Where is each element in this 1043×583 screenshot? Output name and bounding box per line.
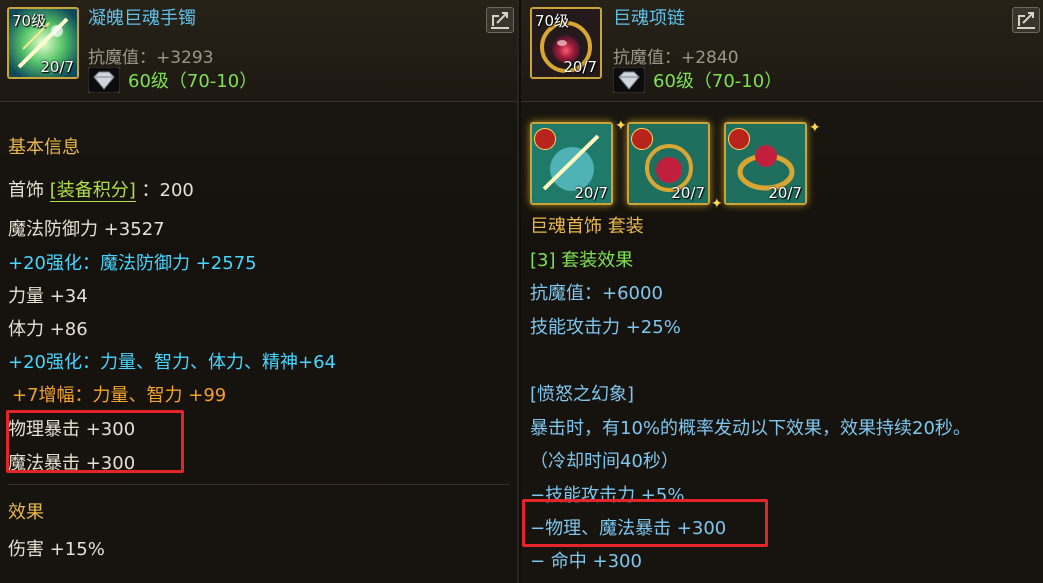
item-grade-row: 60级（70-10） <box>613 67 782 93</box>
fury-hit: − 命中 +300 <box>530 551 642 572</box>
section-effect: 效果 <box>8 502 44 523</box>
section-basic-info: 基本信息 <box>8 137 80 158</box>
item-level: 70级 <box>535 12 570 30</box>
strength-stat: 力量 +34 <box>8 286 88 307</box>
reinforce-stats: +20强化：力量、智力、体力、精神+64 <box>8 352 336 373</box>
item-name: 凝魄巨魂手镯 <box>88 8 196 29</box>
sparkle-icon: ✦ <box>615 118 627 134</box>
magic-defense: 魔法防御力 +3527 <box>8 219 165 240</box>
vitality-stat: 体力 +86 <box>8 319 88 340</box>
item-grade-row: 60级（70-10） <box>88 67 257 93</box>
set-necklace-icon[interactable]: 20/7 <box>627 122 710 205</box>
amplify-stats: +7增幅：力量、智力 +99 <box>12 385 227 406</box>
item-count: 20/7 <box>563 58 597 76</box>
sparkle-icon: ✦ <box>711 196 723 212</box>
share-icon <box>491 12 509 29</box>
highlight-box <box>522 499 768 547</box>
set-stat-skill-attack: 技能攻击力 +25% <box>530 317 681 338</box>
set-item-count: 20/7 <box>574 184 608 202</box>
item-header: 70级 20/7 凝魄巨魂手镯 抗魔值：+3293 60级（70-10） <box>0 0 517 102</box>
set-badge <box>631 128 653 150</box>
item-name: 巨魂项链 <box>613 8 685 29</box>
bracelet-icon: 70级 20/7 <box>7 7 79 79</box>
set-name: 巨魂首饰 套装 <box>530 216 644 237</box>
set-badge <box>728 128 750 150</box>
necklace-icon: 70级 20/7 <box>530 7 602 79</box>
effect-damage: 伤害 +15% <box>8 539 105 560</box>
share-button[interactable] <box>1012 7 1040 33</box>
equipment-score-link[interactable]: [装备积分] <box>49 180 136 202</box>
set-bracelet-icon[interactable]: 20/7 <box>530 122 613 205</box>
diamond-icon <box>613 67 645 93</box>
set-ring-icon[interactable]: 20/7 <box>724 122 807 205</box>
score-line: 首饰 [装备积分] ：200 <box>8 176 194 202</box>
item-level: 70级 <box>12 12 47 30</box>
set-item-count: 20/7 <box>768 184 802 202</box>
set-stat-magic-resist: 抗魔值：+6000 <box>530 283 663 304</box>
sparkle-icon: ✦ <box>809 120 821 136</box>
fury-description: 暴击时，有10%的概率发动以下效果，效果持续20秒。 <box>530 418 971 439</box>
item-grade: 60级（70-10） <box>128 71 258 92</box>
share-button[interactable] <box>486 7 514 33</box>
item-stat: 抗魔值：+3293 <box>88 48 214 68</box>
slot-label: 首饰 <box>8 180 44 201</box>
item-stat: 抗魔值：+2840 <box>613 48 739 68</box>
set-badge <box>534 128 556 150</box>
score-value: ：200 <box>141 180 194 201</box>
divider <box>8 484 509 485</box>
fury-title: [愤怒之幻象] <box>530 384 635 405</box>
left-item-tooltip: 70级 20/7 凝魄巨魂手镯 抗魔值：+3293 60级（70-10） 基本信… <box>0 0 519 583</box>
reinforce-magic-defense: +20强化：魔法防御力 +2575 <box>8 253 257 274</box>
item-count: 20/7 <box>40 58 74 76</box>
share-icon <box>1017 12 1035 29</box>
fury-cooldown: （冷却时间40秒） <box>530 451 679 472</box>
set-effect-title: [3] 套装效果 <box>530 250 634 271</box>
right-item-tooltip: 70级 20/7 巨魂项链 抗魔值：+2840 60级（70-10） 20/7 … <box>521 0 1043 583</box>
diamond-icon <box>88 67 120 93</box>
highlight-box <box>6 410 184 473</box>
set-item-count: 20/7 <box>671 184 705 202</box>
item-grade: 60级（70-10） <box>653 71 783 92</box>
item-header: 70级 20/7 巨魂项链 抗魔值：+2840 60级（70-10） <box>521 0 1043 102</box>
